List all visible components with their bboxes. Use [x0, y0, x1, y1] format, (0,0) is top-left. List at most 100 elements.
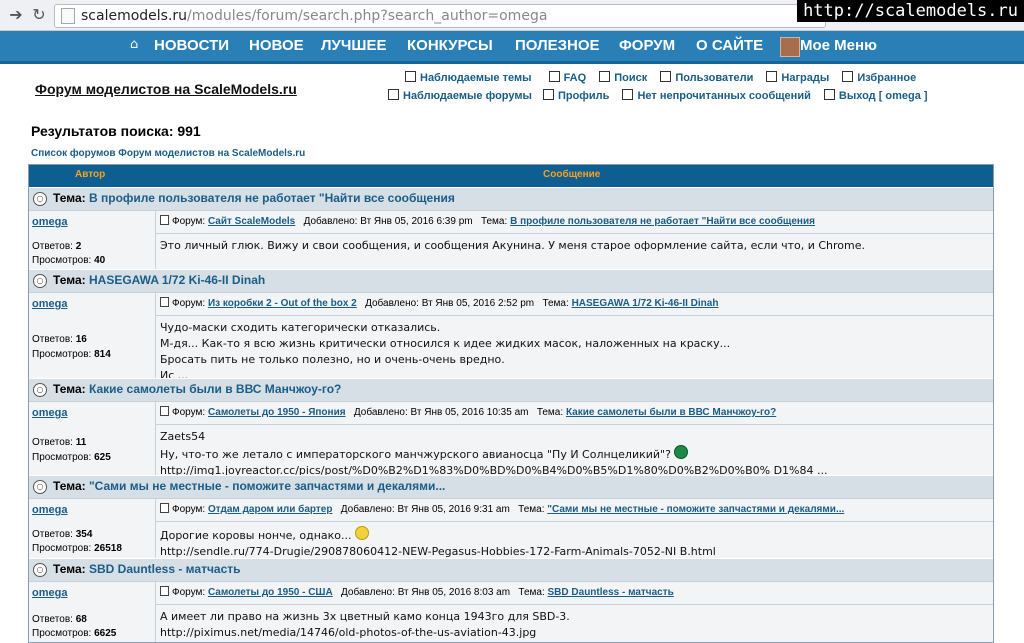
page-icon [61, 8, 75, 24]
favorites-link[interactable]: Избранное [842, 71, 916, 84]
author-link[interactable]: omega [32, 407, 67, 419]
topic-link[interactable]: SBD Dauntless - матчасть [548, 587, 674, 598]
message-cell: Форум: Самолеты до 1950 - Япония Добавле… [156, 402, 993, 477]
author-link[interactable]: omega [32, 587, 67, 599]
forum-link[interactable]: Отдам даром или бартер [208, 504, 333, 515]
post-meta: Форум: Сайт ScaleModels Добавлено: Вт Ян… [160, 215, 993, 231]
topic-title-link[interactable]: В профиле пользователя не работает "Найт… [89, 191, 455, 205]
replies-label: Ответов: [32, 241, 73, 252]
divider [156, 521, 993, 522]
smiley-icon [355, 526, 369, 540]
nav-about[interactable]: О САЙТЕ [696, 37, 763, 54]
topic-link[interactable]: "Сами мы не местные - поможите запчастям… [547, 504, 844, 515]
forum-link[interactable]: Сайт ScaleModels [208, 216, 295, 227]
faq-link[interactable]: FAQ [548, 71, 586, 84]
divider [156, 315, 993, 316]
topic-title-link[interactable]: "Сами мы не местные - поможите запчастям… [89, 479, 445, 493]
post-line: Ну, что-то же летало с императорского ма… [160, 448, 671, 461]
topic-row: ○ Тема: HASEGAWA 1/72 Ki-46-II Dinah [29, 269, 993, 292]
smiley-icon [674, 445, 689, 459]
author-cell: omega Ответов: 68 Просмотров: 6625 [29, 582, 156, 642]
author-link[interactable]: omega [32, 216, 67, 228]
post-date: Вт Янв 05, 2016 8:03 am [397, 587, 511, 598]
profile-icon [542, 89, 554, 100]
post-row: omega Ответов: 11 Просмотров: 625 Форум: Са… [29, 401, 993, 477]
post-icon [160, 586, 169, 596]
nav-forum[interactable]: ФОРУМ [619, 37, 675, 54]
nav-news[interactable]: НОВОСТИ [154, 37, 229, 54]
post-date: Вт Янв 05, 2016 10:35 am [410, 407, 529, 418]
watched-topics-link[interactable]: Наблюдаемые темы [405, 71, 532, 84]
forum-link[interactable]: Самолеты до 1950 - США [208, 587, 333, 598]
added-label: Добавлено: [303, 216, 358, 227]
added-label: Добавлено: [341, 587, 395, 598]
post-icon [160, 215, 169, 225]
topic-title-link[interactable]: Какие самолеты были в ВВС Манчжоу-го? [89, 382, 341, 396]
topic-row: ○ Тема: "Сами мы не местные - поможите за… [29, 475, 993, 498]
top-links-row2: Наблюдаемые форумы Профиль Нет непрочита… [388, 89, 928, 102]
watched-forums-link[interactable]: Наблюдаемые форумы [388, 89, 532, 102]
browser-toolbar: ➔ ↻ scalemodels.ru/modules/forum/search.… [0, 0, 1024, 31]
topic-prefix: Тема: [53, 273, 86, 287]
nav-my-menu[interactable]: Мое Меню [800, 37, 877, 54]
post-icon [160, 297, 169, 307]
profile-link[interactable]: Профиль [542, 89, 609, 102]
views-label: Просмотров: [32, 543, 92, 554]
unread-link[interactable]: Нет непрочитанных сообщений [622, 89, 811, 102]
search-link[interactable]: Поиск [599, 71, 647, 84]
url-path: /modules/forum/search.php?search_author=… [187, 8, 548, 24]
nav-best[interactable]: ЛУЧШЕЕ [321, 37, 386, 54]
topic-prefix: Тема: [53, 479, 86, 493]
message-cell: Форум: Из коробки 2 - Out of the box 2 Д… [156, 293, 993, 382]
topic-label: Тема: [518, 587, 545, 598]
address-bar[interactable]: scalemodels.ru/modules/forum/search.php?… [54, 4, 826, 28]
logout-link[interactable]: Выход [ omega ] [823, 89, 928, 102]
binoculars-icon [405, 71, 416, 82]
author-link[interactable]: omega [32, 504, 67, 516]
author-link[interactable]: omega [32, 298, 67, 310]
forum-label: Форум: [172, 216, 206, 227]
nav-useful[interactable]: ПОЛЕЗНОЕ [515, 37, 600, 54]
back-arrow-icon[interactable]: ➔ [6, 5, 26, 25]
home-icon[interactable]: ⌂ [130, 37, 138, 52]
topic-prefix: Тема: [53, 382, 86, 396]
topic-link[interactable]: HASEGAWA 1/72 Ki-46-II Dinah [572, 298, 719, 309]
forum-link[interactable]: Самолеты до 1950 - Япония [208, 407, 346, 418]
post-body: А имеет ли право на жизнь 3х цветный кам… [160, 609, 989, 641]
search-icon [599, 71, 611, 82]
message-icon [622, 89, 634, 100]
topic-icon: ○ [33, 192, 47, 206]
awards-link[interactable]: Награды [766, 71, 829, 84]
topic-link[interactable]: В профиле пользователя не работает "Найт… [510, 216, 815, 227]
post-line: Бросать пить не только полезно, но и оче… [160, 353, 505, 366]
divider [156, 233, 993, 234]
logout-icon [823, 89, 835, 100]
topic-title-link[interactable]: SBD Dauntless - матчасть [89, 562, 241, 576]
topic-title-link[interactable]: HASEGAWA 1/72 Ki-46-II Dinah [89, 273, 265, 287]
refresh-icon[interactable]: ↻ [29, 5, 49, 25]
forum-title[interactable]: Форум моделистов на ScaleModels.ru [35, 81, 297, 97]
post-line: Чудо-маски сходить категорически отказал… [160, 321, 441, 334]
post-row: omega Ответов: 16 Просмотров: 814 Форум: Из… [29, 292, 993, 382]
post-meta: Форум: Самолеты до 1950 - США Добавлено:… [160, 586, 993, 602]
message-cell: Форум: Сайт ScaleModels Добавлено: Вт Ян… [156, 211, 993, 269]
nav-new[interactable]: НОВОЕ [249, 37, 304, 54]
post-icon [160, 406, 169, 416]
replies-count: 68 [75, 614, 87, 625]
users-link[interactable]: Пользователи [660, 71, 753, 84]
forum-label: Форум: [172, 504, 206, 515]
post-line: М-дя... Как-то я всю жизнь критически от… [160, 337, 731, 350]
replies-count: 11 [75, 437, 87, 448]
divider [156, 424, 993, 425]
favorites-icon [842, 71, 854, 82]
nav-contests[interactable]: КОНКУРСЫ [407, 37, 493, 54]
forum-index-link[interactable]: Список форумов Форум моделистов на Scale… [31, 148, 305, 159]
topic-icon: ○ [33, 563, 47, 577]
views-count: 26518 [94, 543, 122, 554]
topic-link[interactable]: Какие самолеты были в ВВС Манчжоу-го? [566, 407, 776, 418]
views-label: Просмотров: [32, 255, 92, 266]
replies-label: Ответов: [32, 334, 73, 345]
forum-link[interactable]: Из коробки 2 - Out of the box 2 [208, 298, 357, 309]
url-host: scalemodels.ru [81, 8, 188, 24]
avatar[interactable] [780, 37, 800, 57]
